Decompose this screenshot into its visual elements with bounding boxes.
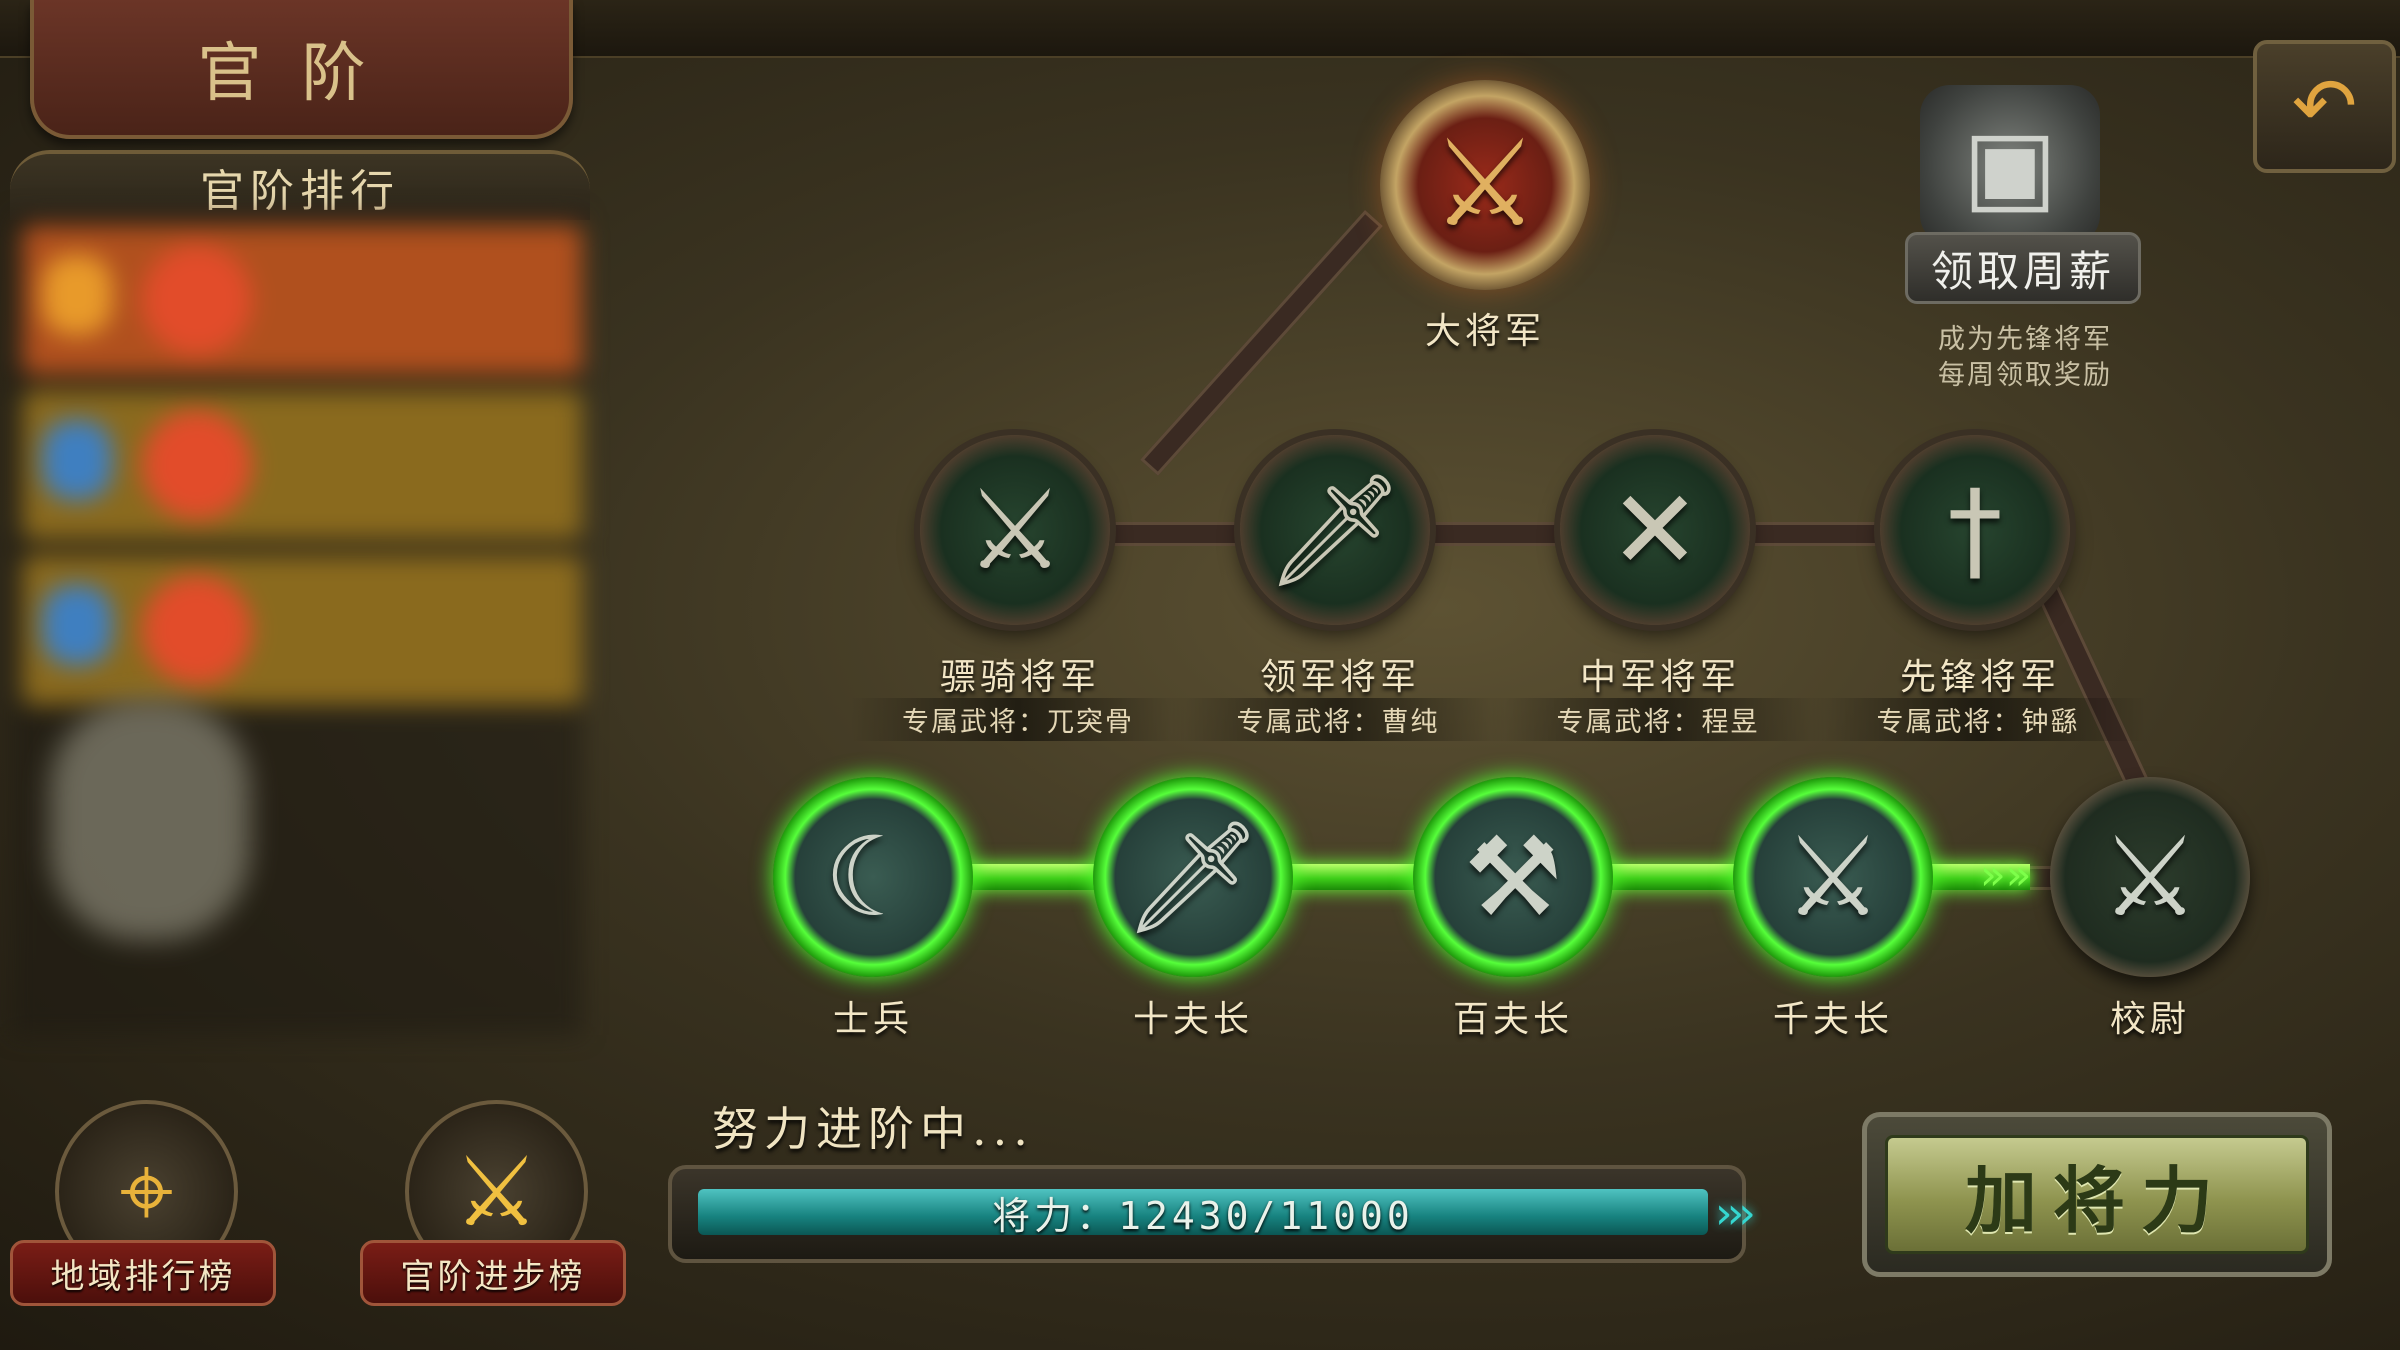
rank-label: 士兵 — [832, 999, 913, 1040]
back-arrow-icon: ↶ — [2291, 61, 2358, 152]
chevron-right-icon: ››› — [1715, 1188, 1756, 1239]
single-sword-icon: † — [1947, 466, 2003, 594]
page-title: 官阶 — [30, 0, 573, 139]
ranking-row[interactable] — [22, 225, 582, 375]
avatar — [142, 410, 252, 520]
ranking-row[interactable] — [22, 555, 582, 705]
progress-rank-button[interactable]: ⚔ 官阶进步榜 — [360, 1100, 626, 1330]
glaive-icon: ⚔ — [2100, 813, 2200, 941]
progress-track: 将力：12430/11000 — [698, 1189, 1708, 1235]
treasure-chest-icon[interactable]: ▣ — [1920, 85, 2100, 245]
avatar — [142, 575, 252, 685]
avatar — [42, 255, 112, 335]
region-rank-label: 地域排行榜 — [10, 1240, 276, 1306]
exclusive-general-note: 专属武将：兀突骨 — [850, 698, 1186, 741]
rank-node-general[interactable]: 🗡 — [1240, 435, 1430, 625]
ranking-row[interactable] — [22, 390, 582, 540]
rank-node-chiliarch[interactable]: ⚔ — [1733, 777, 1933, 977]
rank-node-general[interactable]: ✕ — [1560, 435, 1750, 625]
back-button[interactable]: ↶ — [2253, 40, 2396, 173]
sickle-icon: ☾ — [823, 813, 923, 941]
rank-node-soldier[interactable]: ☾ — [773, 777, 973, 977]
rank-label: 领军将军 — [1259, 657, 1420, 698]
progress-text: 将力：12430/11000 — [992, 1193, 1414, 1236]
rank-node-decurion[interactable]: 🗡 — [1093, 777, 1293, 977]
rank-label: 骠骑将军 — [939, 657, 1100, 698]
claim-weekly-salary-button[interactable]: 领取周薪 — [1905, 232, 2141, 304]
weekly-note-line: 成为先锋将军 — [1938, 324, 2112, 355]
crossed-blades-icon: ✕ — [1608, 466, 1702, 594]
add-power-label: 加将力 — [1885, 1135, 2309, 1254]
crossed-swords-icon: ⚔ — [965, 466, 1065, 594]
rank-label: 大将军 — [1424, 311, 1545, 352]
rank-label: 千夫长 — [1772, 999, 1893, 1040]
ranking-header: 官阶排行 — [10, 150, 590, 220]
exclusive-general-note: 专属武将：钟繇 — [1810, 698, 2146, 741]
rank-node-grand-general[interactable]: ⚔ — [1380, 80, 1590, 290]
rank-label: 中军将军 — [1579, 657, 1740, 698]
progress-caption: 努力进阶中... — [712, 1102, 1034, 1156]
progress-rank-label: 官阶进步榜 — [360, 1240, 626, 1306]
rank-label: 百夫长 — [1452, 999, 1573, 1040]
exclusive-general-note: 专属武将：程昱 — [1490, 698, 1826, 741]
avatar — [42, 420, 112, 500]
rank-label: 校尉 — [2109, 999, 2190, 1040]
chevron-right-icon: »» — [1980, 850, 2032, 899]
halberd-icon: ⚒ — [1463, 813, 1563, 941]
exclusive-general-note: 专属武将：曹纯 — [1170, 698, 1506, 741]
broadsword-icon: ⚔ — [1783, 813, 1883, 941]
weekly-note-line: 每周领取奖励 — [1938, 360, 2112, 391]
weekly-reward-note: 成为先锋将军 每周领取奖励 — [1890, 322, 2160, 394]
axe-emblem-icon: ⚔ — [1431, 115, 1539, 254]
triple-swords-icon: 🗡 — [1265, 466, 1405, 594]
avatar — [42, 585, 112, 665]
rank-label: 先锋将军 — [1899, 657, 2060, 698]
avatar — [142, 245, 252, 355]
connector-line — [1100, 522, 1986, 546]
rank-node-centurion[interactable]: ⚒ — [1413, 777, 1613, 977]
rank-label: 十夫长 — [1132, 999, 1253, 1040]
dagger-icon: 🗡 — [1123, 813, 1263, 941]
power-progress-bar: 将力：12430/11000 — [668, 1165, 1746, 1263]
rank-node-captain[interactable]: ⚔ — [2050, 777, 2250, 977]
add-power-button[interactable]: 加将力 — [1862, 1112, 2332, 1277]
player-portrait — [50, 700, 250, 940]
region-rank-button[interactable]: ⌖ 地域排行榜 — [10, 1100, 276, 1330]
rank-node-general[interactable]: ⚔ — [920, 435, 1110, 625]
rank-node-general[interactable]: † — [1880, 435, 2070, 625]
